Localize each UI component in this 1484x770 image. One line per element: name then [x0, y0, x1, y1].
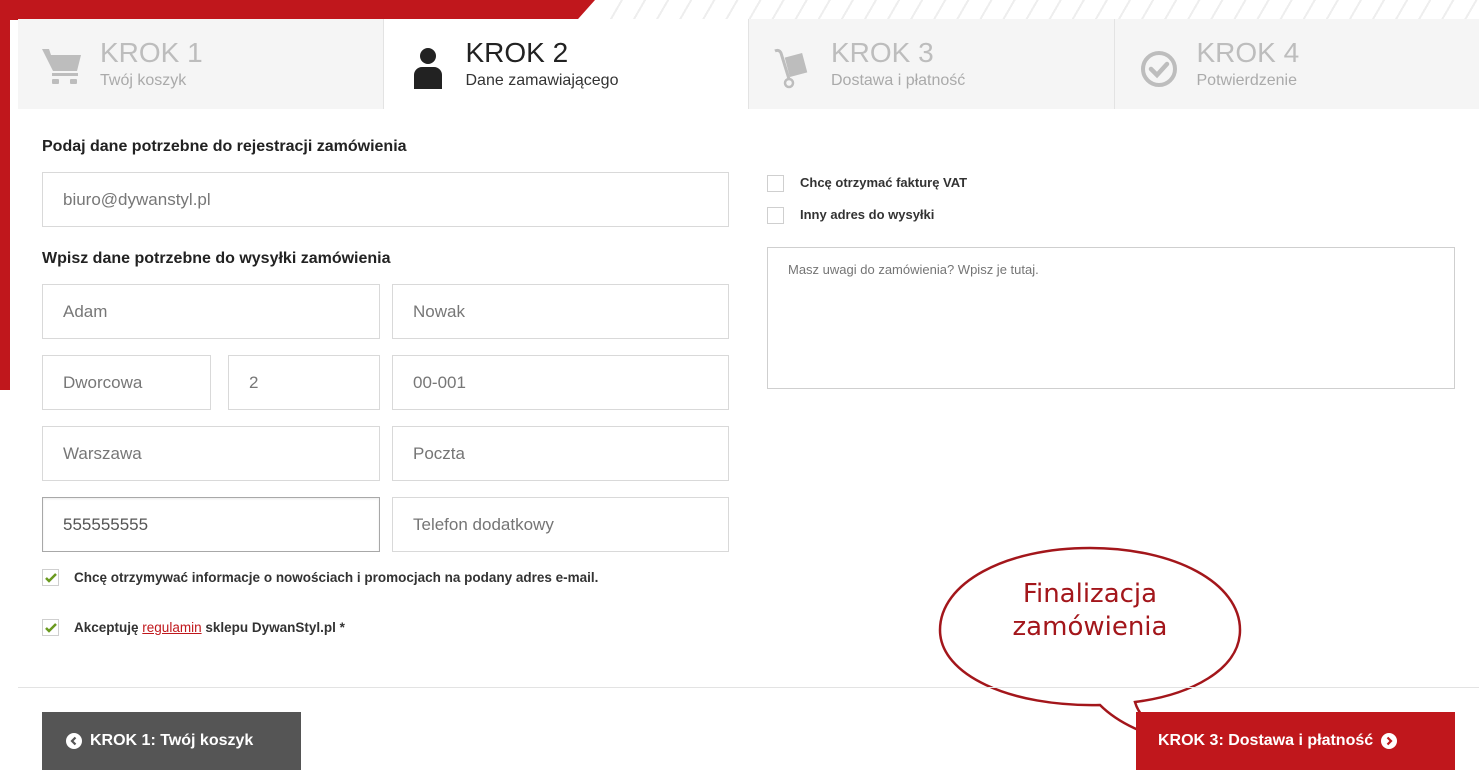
top-red-banner — [0, 0, 595, 20]
back-button-label: KROK 1: Twój koszyk — [90, 732, 254, 749]
step-4-confirmation[interactable]: KROK 4 Potwierdzenie — [1114, 19, 1479, 109]
callout-text: Finalizacja zamówienia — [980, 578, 1200, 644]
shipping-heading: Wpisz dane potrzebne do wysyłki zamówien… — [42, 250, 391, 267]
step-2-number: KROK 2 — [465, 37, 569, 68]
divider — [18, 687, 1479, 688]
step-4-number: KROK 4 — [1196, 37, 1300, 68]
terms-checkbox[interactable] — [42, 619, 59, 636]
order-notes-textarea[interactable] — [767, 247, 1455, 389]
email-field[interactable] — [42, 172, 729, 227]
step-1-cart[interactable]: KROK 1 Twój koszyk — [18, 19, 384, 109]
terms-label: Akceptuję regulamin sklepu DywanStyl.pl … — [74, 620, 345, 635]
last-name-field[interactable] — [392, 284, 729, 339]
next-button-label: KROK 3: Dostawa i płatność — [1158, 732, 1374, 749]
step-3-number: KROK 3 — [831, 37, 934, 68]
post-office-field[interactable] — [392, 426, 729, 481]
callout-line-1: Finalizacja — [1022, 579, 1158, 609]
terms-prefix: Akceptuję — [74, 620, 139, 635]
other-address-label: Inny adres do wysyłki — [800, 207, 935, 222]
step-3-delivery[interactable]: KROK 3 Dostawa i płatność — [749, 19, 1115, 109]
step-1-number: KROK 1 — [100, 37, 203, 68]
step-2-label: Dane zamawiającego — [465, 72, 619, 89]
step-1-label: Twój koszyk — [100, 72, 187, 89]
chevron-right-icon — [1381, 733, 1398, 749]
header-pattern — [600, 0, 1484, 20]
phone-field[interactable] — [42, 497, 380, 552]
street-field[interactable] — [42, 355, 211, 410]
first-name-field[interactable] — [42, 284, 380, 339]
vat-invoice-label: Chcę otrzymać fakturę VAT — [800, 175, 968, 190]
terms-suffix: sklepu DywanStyl.pl * — [205, 620, 345, 635]
next-step-button[interactable]: KROK 3: Dostawa i płatność — [1136, 712, 1455, 770]
city-field[interactable] — [42, 426, 380, 481]
checkmark-icon — [45, 623, 57, 633]
phone2-field[interactable] — [392, 497, 729, 552]
callout-line-2: zamówienia — [1012, 612, 1168, 642]
hand-truck-icon — [774, 48, 808, 89]
vat-invoice-checkbox[interactable] — [767, 175, 784, 192]
terms-link[interactable]: regulamin — [142, 620, 201, 635]
newsletter-label: Chcę otrzymywać informacje o nowościach … — [74, 570, 599, 585]
chevron-left-icon — [66, 733, 82, 749]
step-4-label: Potwierdzenie — [1196, 72, 1298, 89]
register-heading: Podaj dane potrzebne do rejestracji zamó… — [42, 138, 407, 155]
step-3-label: Dostawa i płatność — [831, 72, 966, 89]
cart-icon — [42, 49, 81, 84]
check-circle-icon — [1140, 51, 1177, 87]
newsletter-checkbox[interactable] — [42, 569, 59, 586]
back-to-cart-button[interactable]: KROK 1: Twój koszyk — [42, 712, 301, 770]
other-address-checkbox[interactable] — [767, 207, 784, 224]
left-red-bar — [0, 0, 10, 390]
house-number-field[interactable] — [228, 355, 380, 410]
checkout-steps: KROK 1 Twój koszyk KROK 2 Dane zamawiają… — [18, 19, 1479, 109]
postal-code-field[interactable] — [392, 355, 729, 410]
checkmark-icon — [45, 573, 57, 583]
step-2-customer-data[interactable]: KROK 2 Dane zamawiającego — [383, 19, 749, 109]
user-icon — [413, 48, 442, 89]
